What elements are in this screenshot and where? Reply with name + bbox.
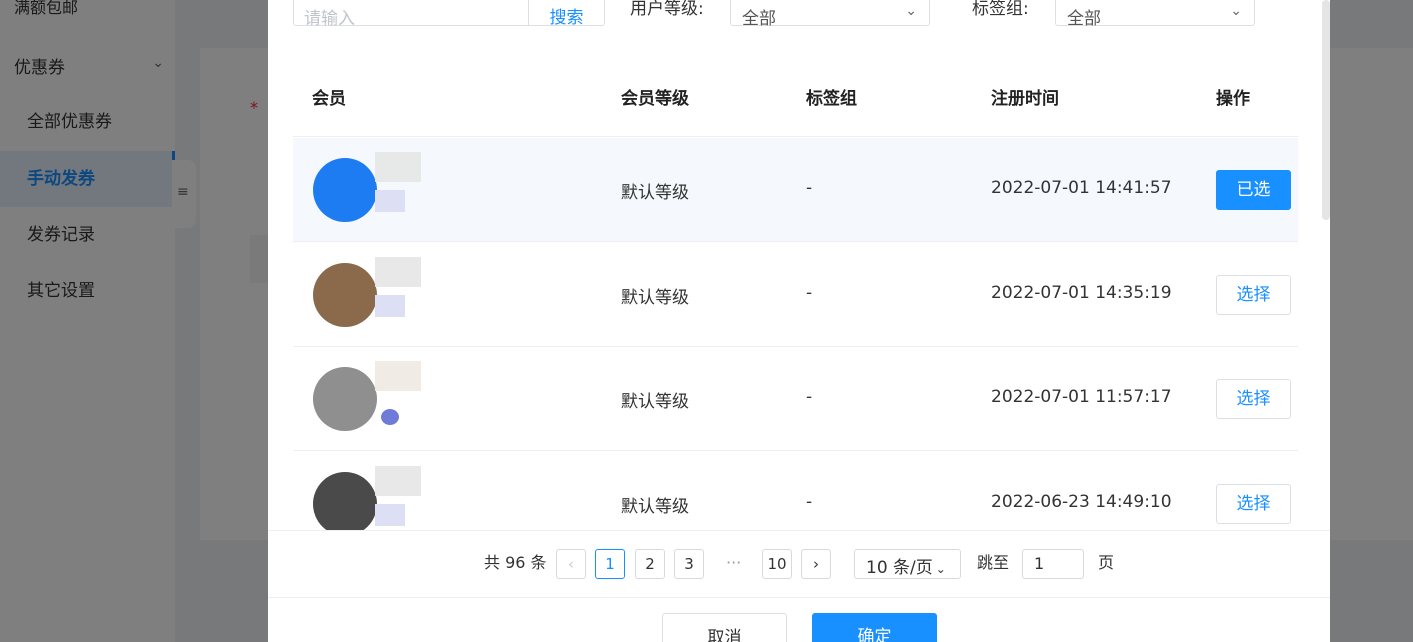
member-tag-group: -	[806, 178, 813, 198]
member-name-blurred	[375, 466, 421, 496]
select-button[interactable]: 选择	[1216, 379, 1291, 419]
member-register-time: 2022-07-01 14:41:57	[991, 178, 1172, 198]
member-level: 默认等级	[621, 183, 689, 203]
avatar	[313, 158, 377, 222]
member-level: 默认等级	[621, 288, 689, 308]
page-size-value: 10 条/页	[866, 558, 933, 578]
chevron-down-icon: ⌄	[905, 3, 917, 19]
member-info-blurred	[375, 295, 405, 317]
prev-page-button[interactable]: ‹	[556, 549, 586, 579]
column-header-member: 会员	[312, 89, 346, 109]
member-info-blurred	[375, 190, 405, 212]
page-button-3[interactable]: 3	[674, 549, 704, 579]
select-button[interactable]: 选择	[1216, 484, 1291, 524]
column-header-tag-group: 标签组	[806, 89, 857, 109]
avatar	[313, 263, 377, 327]
table-header: 会员 会员等级 标签组 注册时间 操作	[293, 55, 1298, 137]
page-button-2[interactable]: 2	[635, 549, 665, 579]
page-button-1[interactable]: 1	[595, 549, 625, 579]
page-ellipsis[interactable]: ···	[726, 549, 741, 579]
member-name-blurred	[375, 152, 421, 182]
page-suffix-label: 页	[1098, 553, 1115, 572]
tag-group-select[interactable]: 全部 ⌄	[1055, 0, 1255, 29]
table-row[interactable]: 默认等级 - 2022-07-01 14:41:57 已选	[293, 138, 1298, 242]
next-page-button[interactable]: ›	[801, 549, 831, 579]
member-register-time: 2022-07-01 11:57:17	[991, 387, 1172, 407]
member-info-blurred	[375, 504, 405, 526]
select-button[interactable]: 选择	[1216, 275, 1291, 315]
search-button[interactable]: 搜索	[528, 0, 605, 28]
table-row[interactable]: 默认等级 - 2022-07-01 14:35:19 选择	[293, 243, 1298, 347]
tag-group-label: 标签组:	[972, 0, 1029, 19]
selected-button[interactable]: 已选	[1216, 170, 1291, 210]
chevron-down-icon: ⌄	[935, 562, 946, 576]
user-level-label: 用户等级:	[630, 0, 704, 19]
search-input[interactable]: 请输入	[293, 0, 528, 29]
member-register-time: 2022-06-23 14:49:10	[991, 492, 1172, 512]
member-tag-group: -	[806, 283, 813, 303]
table-row[interactable]: 默认等级 - 2022-07-01 11:57:17 选择	[293, 347, 1298, 451]
user-level-value: 全部	[742, 9, 776, 29]
column-header-level: 会员等级	[621, 89, 689, 109]
confirm-button[interactable]: 确定	[812, 613, 937, 642]
modal-scrollbar[interactable]	[1322, 0, 1330, 220]
page-button-10[interactable]: 10	[762, 549, 792, 579]
page-size-select[interactable]: 10 条/页 ⌄	[854, 549, 961, 579]
avatar	[313, 367, 377, 431]
member-info-blurred	[381, 409, 399, 425]
member-name-blurred	[375, 361, 421, 391]
cancel-button[interactable]: 取消	[662, 613, 787, 642]
member-level: 默认等级	[621, 497, 689, 517]
jump-page-input[interactable]: 1	[1022, 549, 1084, 579]
member-level: 默认等级	[621, 392, 689, 412]
avatar	[313, 472, 377, 536]
jump-label: 跳至	[977, 553, 1010, 572]
pagination-bar	[268, 530, 1330, 598]
tag-group-value: 全部	[1067, 9, 1101, 29]
pagination-total: 共 96 条	[484, 553, 547, 572]
member-name-blurred	[375, 257, 421, 287]
member-tag-group: -	[806, 492, 813, 512]
member-tag-group: -	[806, 387, 813, 407]
member-register-time: 2022-07-01 14:35:19	[991, 283, 1172, 303]
column-header-register-time: 注册时间	[991, 89, 1059, 109]
column-header-action: 操作	[1216, 89, 1250, 109]
chevron-down-icon: ⌄	[1230, 3, 1242, 19]
user-level-select[interactable]: 全部 ⌄	[730, 0, 930, 29]
